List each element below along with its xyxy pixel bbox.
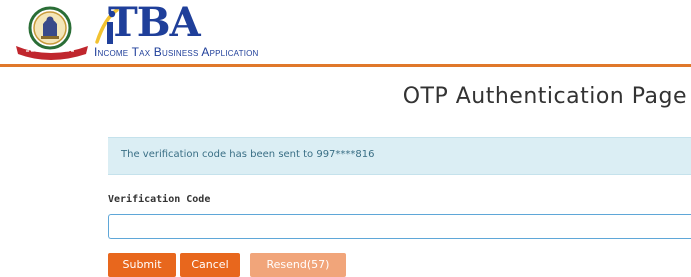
submit-button[interactable]: Submit: [108, 253, 176, 277]
info-alert: The verification code has been sent to 9…: [108, 137, 691, 175]
verification-code-input[interactable]: [108, 214, 691, 239]
cancel-button[interactable]: Cancel: [180, 253, 240, 277]
government-emblem-icon: [16, 6, 88, 60]
brand-title: TBA: [108, 0, 201, 46]
verification-code-label: Verification Code: [108, 194, 211, 205]
brand-subtitle: Income Tax Business Application: [94, 45, 259, 59]
header: TBA Income Tax Business Application: [0, 0, 691, 67]
header-divider: [0, 64, 691, 67]
resend-button[interactable]: Resend(57): [250, 253, 346, 277]
alert-message: The verification code has been sent to 9…: [121, 149, 375, 160]
page-title: OTP Authentication Page: [402, 84, 687, 109]
